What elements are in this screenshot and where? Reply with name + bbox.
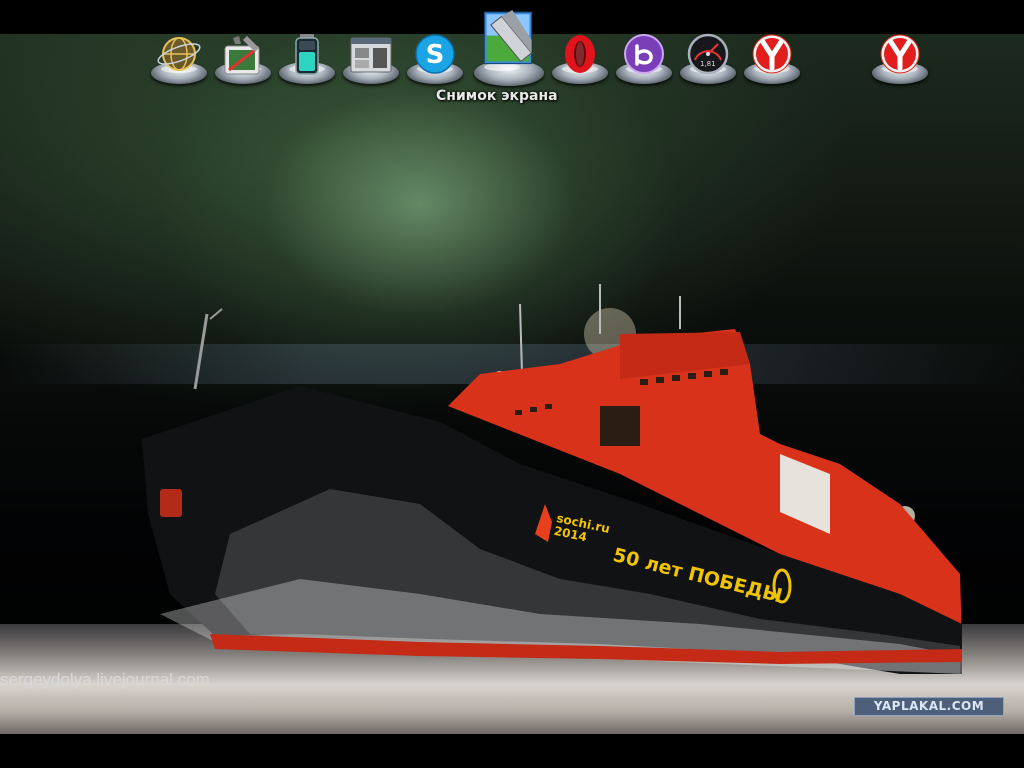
dock-item-screenshot[interactable]: [474, 10, 544, 96]
photo-credit: sergeydolya.livejournal.com: [0, 670, 210, 689]
bottom-black-bar: [0, 734, 1024, 768]
dock-item-speedometer[interactable]: 1,81: [678, 18, 738, 96]
screenshot-icon: [483, 10, 533, 65]
watermark-badge: YAPLAKAL.COM: [854, 697, 1004, 716]
dock-item-system[interactable]: [341, 18, 401, 96]
dock-item-tools[interactable]: [213, 18, 273, 96]
battery-icon: [295, 34, 319, 75]
svg-text:S: S: [426, 40, 445, 70]
icebreaker-ship: [142, 284, 962, 674]
globe-icon: [157, 37, 201, 71]
yandex-icon: [880, 34, 920, 74]
yandex-icon: [752, 34, 792, 74]
desktop-wallpaper: 50 лет ПОБЕДЫ sochi.ru 2014: [0, 34, 1024, 734]
dock-item-globe[interactable]: [149, 18, 209, 96]
dock-item-yandex[interactable]: [742, 18, 802, 96]
dock-item-battery[interactable]: [277, 18, 337, 96]
dock-item-bittorrent[interactable]: [614, 18, 674, 96]
speedometer-readout: 1,81: [700, 60, 716, 68]
speedometer-icon: [687, 33, 729, 75]
tools-icon: [224, 36, 260, 75]
dock-item-yandex-2[interactable]: [870, 18, 930, 96]
skype-icon: S: [415, 34, 455, 74]
system-window-icon: [350, 37, 392, 73]
dock-item-opera[interactable]: [550, 18, 610, 96]
dock-item-skype[interactable]: S: [405, 18, 465, 96]
dock-hover-label: Снимок экрана: [436, 88, 558, 104]
opera-icon: [565, 35, 595, 73]
bittorrent-icon: [624, 34, 664, 74]
